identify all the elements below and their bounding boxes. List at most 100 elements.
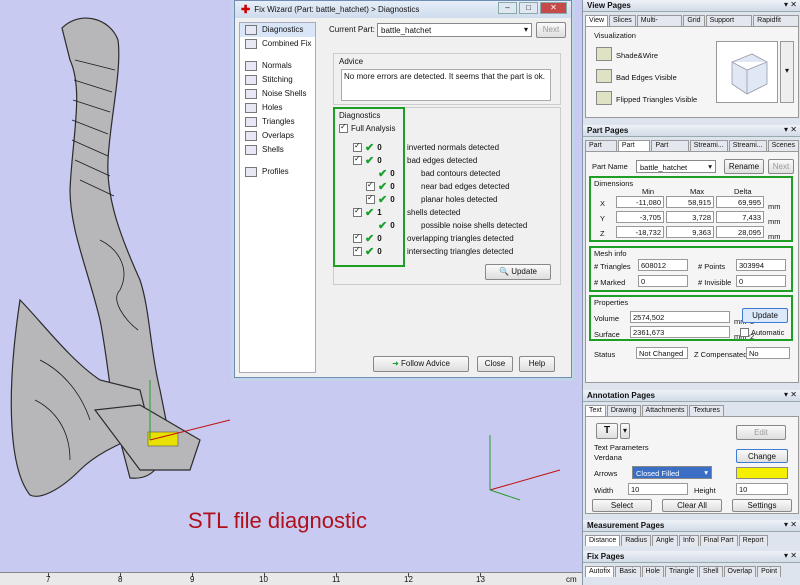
help-button[interactable]: Help — [519, 356, 555, 372]
arrow-right-icon: ➜ — [392, 359, 401, 368]
current-part-select[interactable]: battle_hatchet — [377, 23, 532, 37]
tab-text[interactable]: Text — [585, 405, 606, 416]
fix-pages-header[interactable]: Fix Pages ▾ ✕ — [583, 551, 800, 563]
triangles-icon — [245, 117, 257, 127]
properties-update-button[interactable]: Update — [742, 308, 788, 323]
full-analysis-checkbox[interactable]: Full Analysis — [339, 122, 395, 134]
arrows-label: Arrows — [594, 469, 618, 478]
part-name-label: Part Name — [592, 162, 628, 171]
automatic-checkbox[interactable]: Automatic — [740, 328, 784, 337]
change-font-button[interactable]: Change Font... — [736, 449, 788, 475]
z-compensated-value: No — [746, 347, 790, 359]
tab-info[interactable]: Info — [678, 535, 699, 546]
shade-wire-icon[interactable] — [596, 47, 612, 61]
diag-label: bad edges detected — [407, 156, 478, 165]
view-cube-dropdown[interactable]: ▾ — [780, 41, 794, 103]
diag-label: near bad edges detected — [421, 182, 510, 191]
tab-grid[interactable]: Grid — [683, 15, 705, 26]
tab-report[interactable]: Report — [738, 535, 768, 546]
tab-final-part[interactable]: Final Part — [699, 535, 738, 546]
close-button[interactable]: Close — [477, 356, 513, 372]
part-name-select[interactable]: battle_hatchet — [636, 160, 716, 173]
tab-drawing[interactable]: Drawing — [606, 405, 641, 416]
tab-shell[interactable]: Shell — [698, 566, 723, 577]
tab-streaming-1[interactable]: Streami... — [689, 140, 728, 151]
maximize-button[interactable]: □ — [519, 2, 538, 14]
pin-icon[interactable]: ▾ ✕ — [784, 0, 797, 9]
clear-all-button[interactable]: Clear All — [662, 499, 722, 512]
tab-angle[interactable]: Angle — [652, 535, 678, 546]
marked-label: # Marked — [594, 278, 626, 287]
color-swatch[interactable] — [736, 467, 788, 479]
status-value: Not Changed — [636, 347, 688, 359]
nav-shells[interactable]: Shells — [240, 143, 315, 157]
tab-textures[interactable]: Textures — [689, 405, 724, 416]
tab-part-fixing[interactable]: Part Fixi... — [651, 140, 689, 159]
close-window-button[interactable]: ✕ — [540, 2, 567, 14]
tab-autofix[interactable]: Autofix — [585, 566, 615, 577]
nav-noise-shells[interactable]: Noise Shells — [240, 87, 315, 101]
bad-edges-label: Bad Edges Visible — [616, 73, 677, 82]
nav-overlaps[interactable]: Overlaps — [240, 129, 315, 143]
tab-basic[interactable]: Basic — [615, 566, 641, 577]
flipped-triangles-icon[interactable] — [596, 91, 612, 105]
tab-scenes[interactable]: Scenes — [767, 140, 799, 151]
select-button[interactable]: Select — [592, 499, 652, 512]
arrows-select[interactable]: Closed Filled — [632, 466, 712, 479]
nav-triangles[interactable]: Triangles — [240, 115, 315, 129]
min-header: Min — [642, 187, 655, 196]
tab-rapidfit-view[interactable]: Rapidfit View — [753, 15, 799, 34]
tab-attachments[interactable]: Attachments — [641, 405, 689, 416]
nav-profiles[interactable]: Profiles — [240, 165, 315, 179]
nav-combined-fix[interactable]: Combined Fix — [240, 37, 315, 51]
noise-shells-icon — [245, 89, 257, 99]
axis-label: Y — [600, 214, 606, 223]
tab-radius[interactable]: Radius — [621, 535, 652, 546]
nav-holes[interactable]: Holes — [240, 101, 315, 115]
width-input[interactable]: 10 — [628, 483, 688, 495]
tab-slices[interactable]: Slices — [609, 15, 636, 26]
invisible-value: 0 — [736, 275, 786, 287]
advice-text: No more errors are detected. It seems th… — [341, 69, 551, 101]
tab-overlap[interactable]: Overlap — [723, 566, 757, 577]
follow-advice-button[interactable]: ➜ Follow Advice — [373, 356, 469, 372]
edit-button[interactable]: Edit — [736, 425, 786, 440]
text-tool-dropdown[interactable]: ▾ — [620, 423, 630, 439]
update-button[interactable]: 🔍 Update — [485, 264, 551, 280]
tab-triangle[interactable]: Triangle — [664, 566, 698, 577]
diag-row: ✔0 — [353, 232, 382, 245]
view-pages-header[interactable]: View Pages ▾ ✕ — [583, 0, 800, 12]
tab-multi-section[interactable]: Multi-Section — [636, 15, 683, 34]
tab-hole[interactable]: Hole — [641, 566, 664, 577]
view-cube[interactable] — [716, 41, 778, 103]
tab-support-view[interactable]: Support View — [705, 15, 753, 34]
minimize-button[interactable]: – — [498, 2, 517, 14]
diag-label: shells detected — [407, 208, 461, 217]
overlaps-icon — [245, 131, 257, 141]
tab-distance[interactable]: Distance — [585, 535, 621, 546]
height-input[interactable]: 10 — [736, 483, 788, 495]
tab-part-list[interactable]: Part List — [585, 140, 617, 159]
nav-stitching[interactable]: Stitching — [240, 73, 315, 87]
right-panel: View Pages▾ ✕ View Slices Multi-Section … — [582, 0, 800, 585]
tab-point[interactable]: Point — [757, 566, 782, 577]
settings-button[interactable]: Settings — [732, 499, 792, 512]
tab-view[interactable]: View — [585, 15, 609, 26]
tab-streaming-2[interactable]: Streami... — [728, 140, 767, 151]
nav-diagnostics[interactable]: Diagnostics — [240, 23, 315, 37]
unit-label: mm — [768, 202, 781, 211]
tab-part-info[interactable]: Part Info — [617, 140, 651, 159]
points-label: # Points — [698, 262, 726, 271]
part-pages-header[interactable]: Part Pages ▾ ✕ — [583, 125, 800, 137]
diag-row: ✔1 — [353, 206, 382, 219]
next-part-button[interactable]: Next — [768, 159, 794, 174]
diag-row: ✔0 — [378, 167, 395, 180]
next-button[interactable]: Next — [536, 22, 566, 38]
measurement-pages-header[interactable]: Measurement Pages ▾ ✕ — [583, 520, 800, 532]
annotation-pages-header[interactable]: Annotation Pages ▾ ✕ — [583, 390, 800, 402]
text-tool-button[interactable]: T — [596, 423, 618, 439]
annotation-pane: T ▾ Edit Text Parameters Verdana Change … — [585, 416, 799, 514]
rename-button[interactable]: Rename — [724, 159, 764, 174]
nav-normals[interactable]: Normals — [240, 59, 315, 73]
bad-edges-icon[interactable] — [596, 69, 612, 83]
